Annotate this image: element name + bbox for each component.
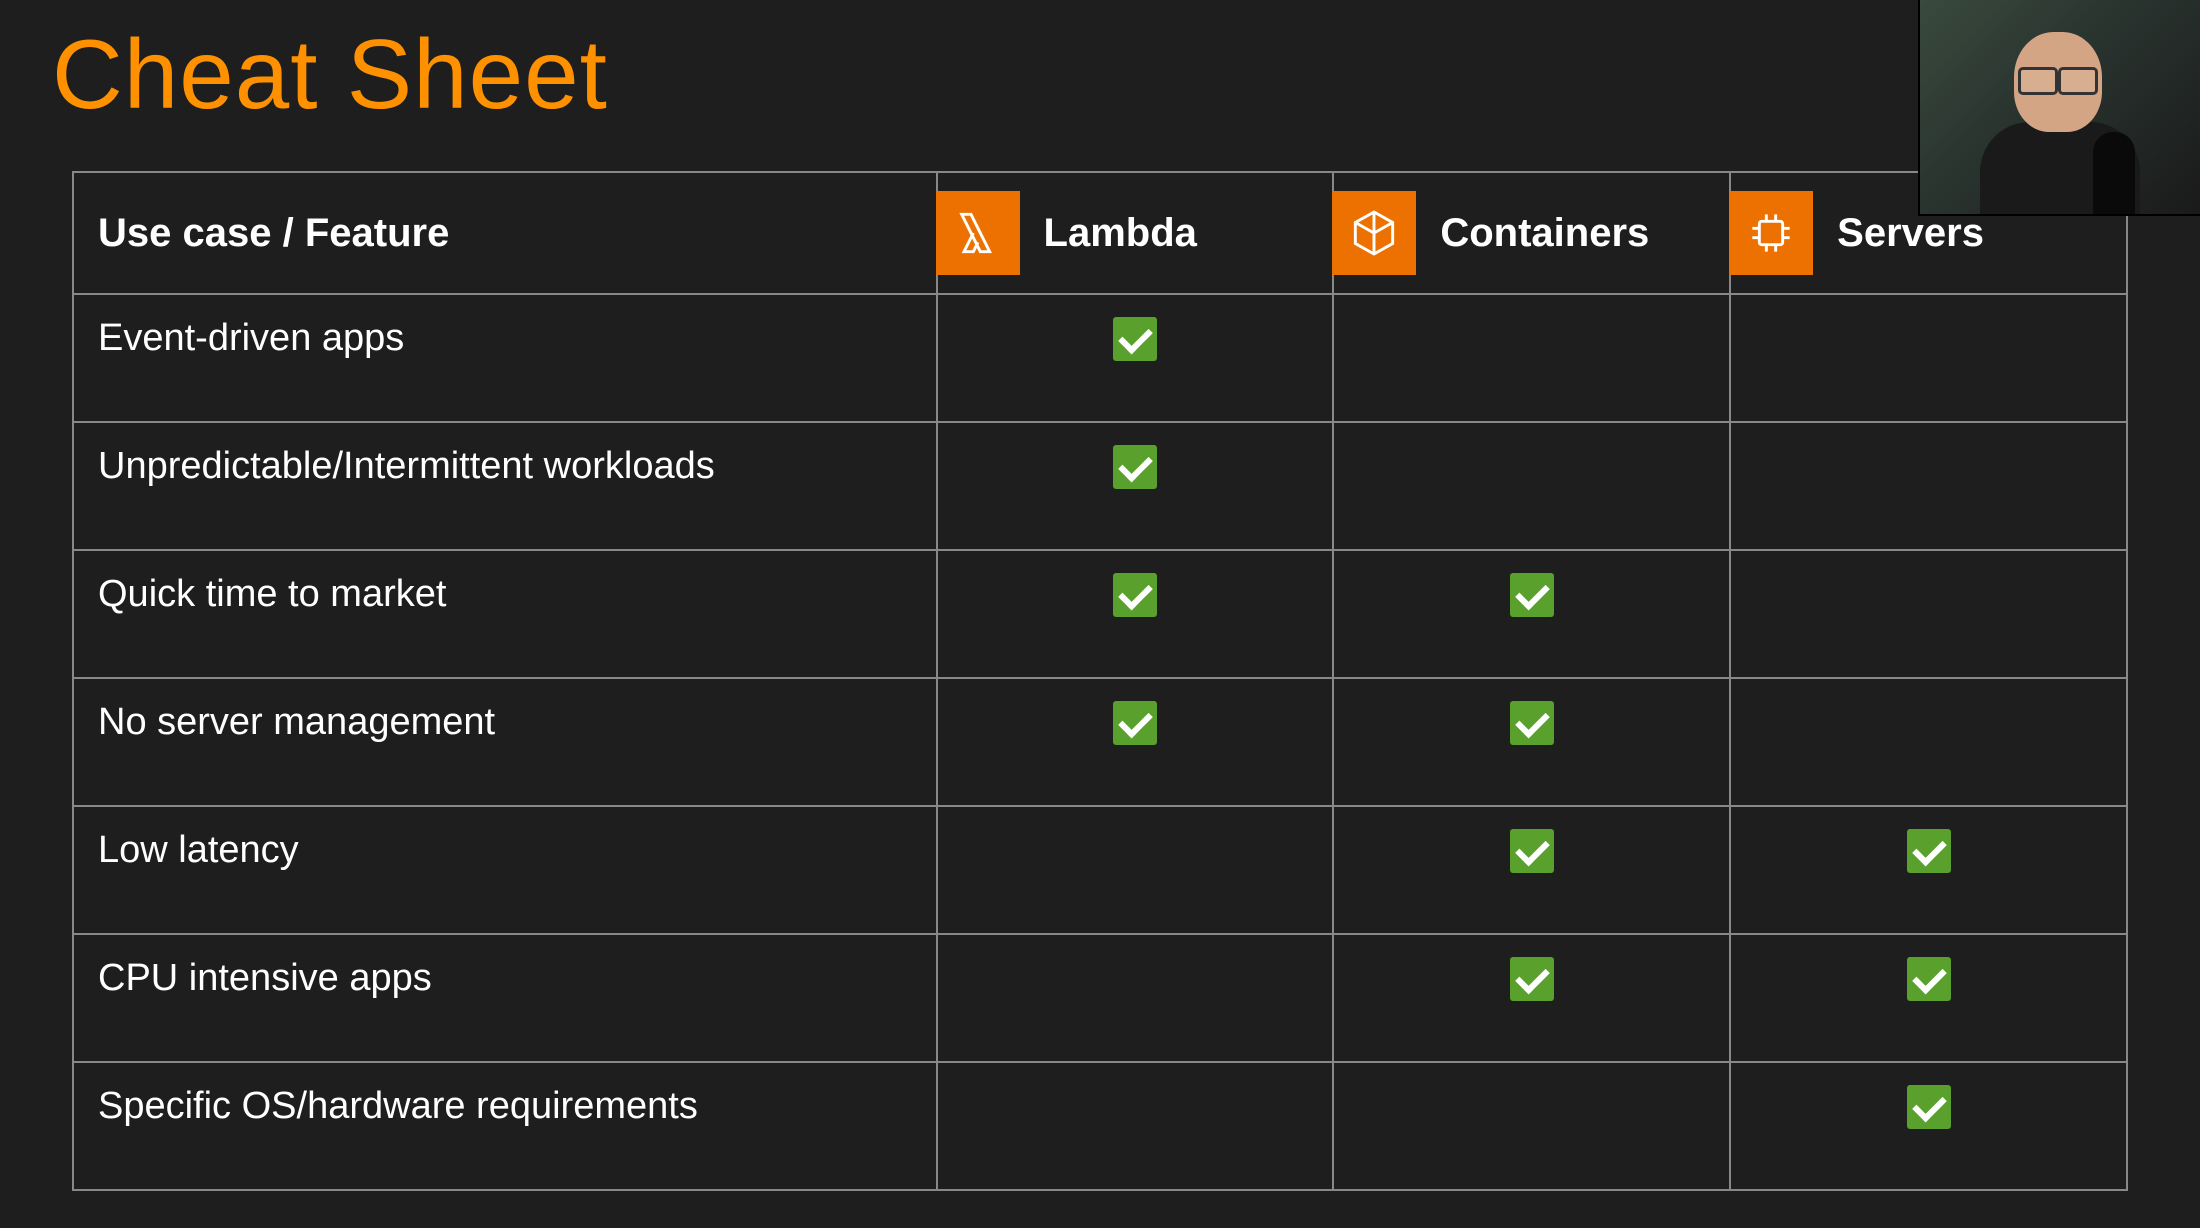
containers-cell	[1333, 422, 1730, 550]
checkmark-icon	[1907, 829, 1951, 873]
feature-cell: Specific OS/hardware requirements	[73, 1062, 937, 1190]
header-lambda-label: Lambda	[1044, 211, 1197, 256]
lambda-cell	[937, 678, 1334, 806]
table-body: Event-driven appsUnpredictable/Intermitt…	[73, 294, 2127, 1190]
table-row: Specific OS/hardware requirements	[73, 1062, 2127, 1190]
feature-cell: No server management	[73, 678, 937, 806]
feature-cell: Event-driven apps	[73, 294, 937, 422]
table-row: Event-driven apps	[73, 294, 2127, 422]
lambda-cell	[937, 806, 1334, 934]
table-row: Unpredictable/Intermittent workloads	[73, 422, 2127, 550]
feature-cell: Quick time to market	[73, 550, 937, 678]
checkmark-icon	[1510, 829, 1554, 873]
lambda-cell	[937, 422, 1334, 550]
lambda-cell	[937, 934, 1334, 1062]
containers-cell	[1333, 1062, 1730, 1190]
header-containers: Containers	[1333, 172, 1730, 294]
header-lambda: Lambda	[937, 172, 1334, 294]
checkmark-icon	[1113, 701, 1157, 745]
table-row: Quick time to market	[73, 550, 2127, 678]
lambda-cell	[937, 1062, 1334, 1190]
header-containers-label: Containers	[1440, 211, 1649, 256]
feature-cell: CPU intensive apps	[73, 934, 937, 1062]
table-row: No server management	[73, 678, 2127, 806]
lambda-cell	[937, 550, 1334, 678]
containers-cell	[1333, 934, 1730, 1062]
lambda-icon	[936, 191, 1020, 275]
checkmark-icon	[1510, 957, 1554, 1001]
servers-cell	[1730, 934, 2127, 1062]
servers-cell	[1730, 678, 2127, 806]
containers-cell	[1333, 550, 1730, 678]
checkmark-icon	[1113, 317, 1157, 361]
feature-cell: Low latency	[73, 806, 937, 934]
servers-cell	[1730, 422, 2127, 550]
table-row: Low latency	[73, 806, 2127, 934]
checkmark-icon	[1113, 445, 1157, 489]
checkmark-icon	[1113, 573, 1157, 617]
servers-cell	[1730, 1062, 2127, 1190]
servers-cell	[1730, 806, 2127, 934]
containers-cell	[1333, 294, 1730, 422]
header-servers-label: Servers	[1837, 211, 1984, 256]
presenter-webcam	[1918, 0, 2200, 216]
header-feature: Use case / Feature	[73, 172, 937, 294]
containers-cell	[1333, 806, 1730, 934]
checkmark-icon	[1907, 1085, 1951, 1129]
table-header-row: Use case / Feature Lambda	[73, 172, 2127, 294]
checkmark-icon	[1510, 573, 1554, 617]
page-title: Cheat Sheet	[0, 0, 2200, 131]
comparison-table: Use case / Feature Lambda	[72, 171, 2128, 1191]
checkmark-icon	[1510, 701, 1554, 745]
servers-cell	[1730, 294, 2127, 422]
containers-cell	[1333, 678, 1730, 806]
servers-icon	[1729, 191, 1813, 275]
checkmark-icon	[1907, 957, 1951, 1001]
lambda-cell	[937, 294, 1334, 422]
containers-icon	[1332, 191, 1416, 275]
feature-cell: Unpredictable/Intermittent workloads	[73, 422, 937, 550]
table-row: CPU intensive apps	[73, 934, 2127, 1062]
presenter-figure	[1970, 22, 2150, 216]
servers-cell	[1730, 550, 2127, 678]
comparison-table-container: Use case / Feature Lambda	[0, 131, 2200, 1191]
